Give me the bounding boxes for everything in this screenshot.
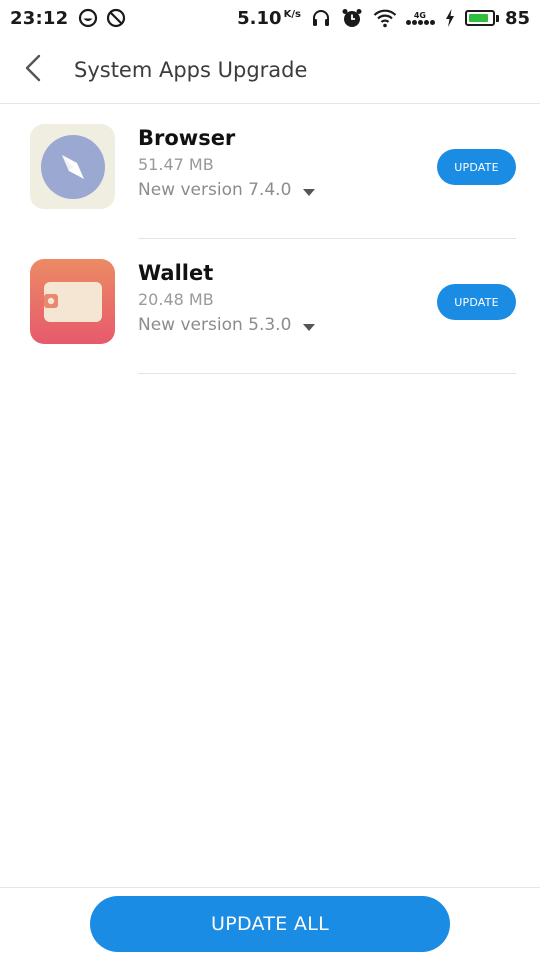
alarm-icon — [341, 7, 363, 29]
chevron-down-icon — [303, 323, 316, 331]
app-size: 20.48 MB — [138, 290, 214, 309]
app-version: New version 5.3.0 — [138, 315, 292, 335]
app-size: 51.47 MB — [138, 155, 214, 174]
battery-level — [468, 14, 488, 22]
app-name: Wallet — [138, 261, 214, 285]
network-type: 4G — [413, 11, 426, 20]
blocked-icon — [106, 8, 126, 28]
wallet-icon — [30, 259, 115, 344]
update-button[interactable]: UPDATE — [437, 284, 516, 320]
charging-icon — [445, 9, 455, 27]
status-bar-right: 5.10 K/s 4G 85 — [237, 7, 530, 29]
network-speed: 5.10 K/s — [237, 8, 301, 29]
header: System Apps Upgrade — [0, 36, 540, 104]
signal-icon: 4G — [405, 11, 435, 25]
app-name: Browser — [138, 126, 236, 150]
screen: 23:12 5.10 K/s 4G 85 System Apps Upgrade… — [0, 0, 540, 960]
back-arrow-icon — [24, 54, 42, 86]
list-item-browser[interactable]: Browser 51.47 MB New version 7.4.0 UPDAT… — [0, 104, 540, 239]
signal-strength-dots — [405, 20, 435, 25]
app-info: Browser 51.47 MB New version 7.4.0 — [138, 124, 316, 203]
compass-icon — [30, 124, 115, 209]
battery-icon — [464, 10, 499, 26]
status-bar: 23:12 5.10 K/s 4G 85 — [0, 0, 540, 36]
status-bar-left: 23:12 — [10, 8, 134, 29]
network-speed-value: 5.10 — [237, 7, 282, 29]
version-dropdown[interactable]: New version 7.4.0 — [138, 177, 316, 203]
do-not-disturb-icon — [78, 8, 98, 28]
version-dropdown[interactable]: New version 5.3.0 — [138, 312, 316, 338]
list-item-wallet[interactable]: Wallet 20.48 MB New version 5.3.0 UPDATE — [0, 239, 540, 374]
back-button[interactable] — [0, 36, 66, 104]
battery-percent: 85 — [504, 7, 530, 29]
divider — [138, 373, 516, 374]
app-list: Browser 51.47 MB New version 7.4.0 UPDAT… — [0, 104, 540, 374]
network-speed-unit: K/s — [283, 8, 301, 20]
status-time: 23:12 — [10, 7, 69, 29]
chevron-down-icon — [303, 188, 316, 196]
update-all-button[interactable]: UPDATE ALL — [90, 896, 450, 952]
app-info: Wallet 20.48 MB New version 5.3.0 — [138, 259, 316, 338]
page-title: System Apps Upgrade — [74, 57, 308, 82]
wifi-icon — [373, 8, 397, 28]
app-version: New version 7.4.0 — [138, 180, 292, 200]
headphones-icon — [311, 8, 331, 28]
update-button[interactable]: UPDATE — [437, 149, 516, 185]
footer: UPDATE ALL — [0, 887, 540, 960]
